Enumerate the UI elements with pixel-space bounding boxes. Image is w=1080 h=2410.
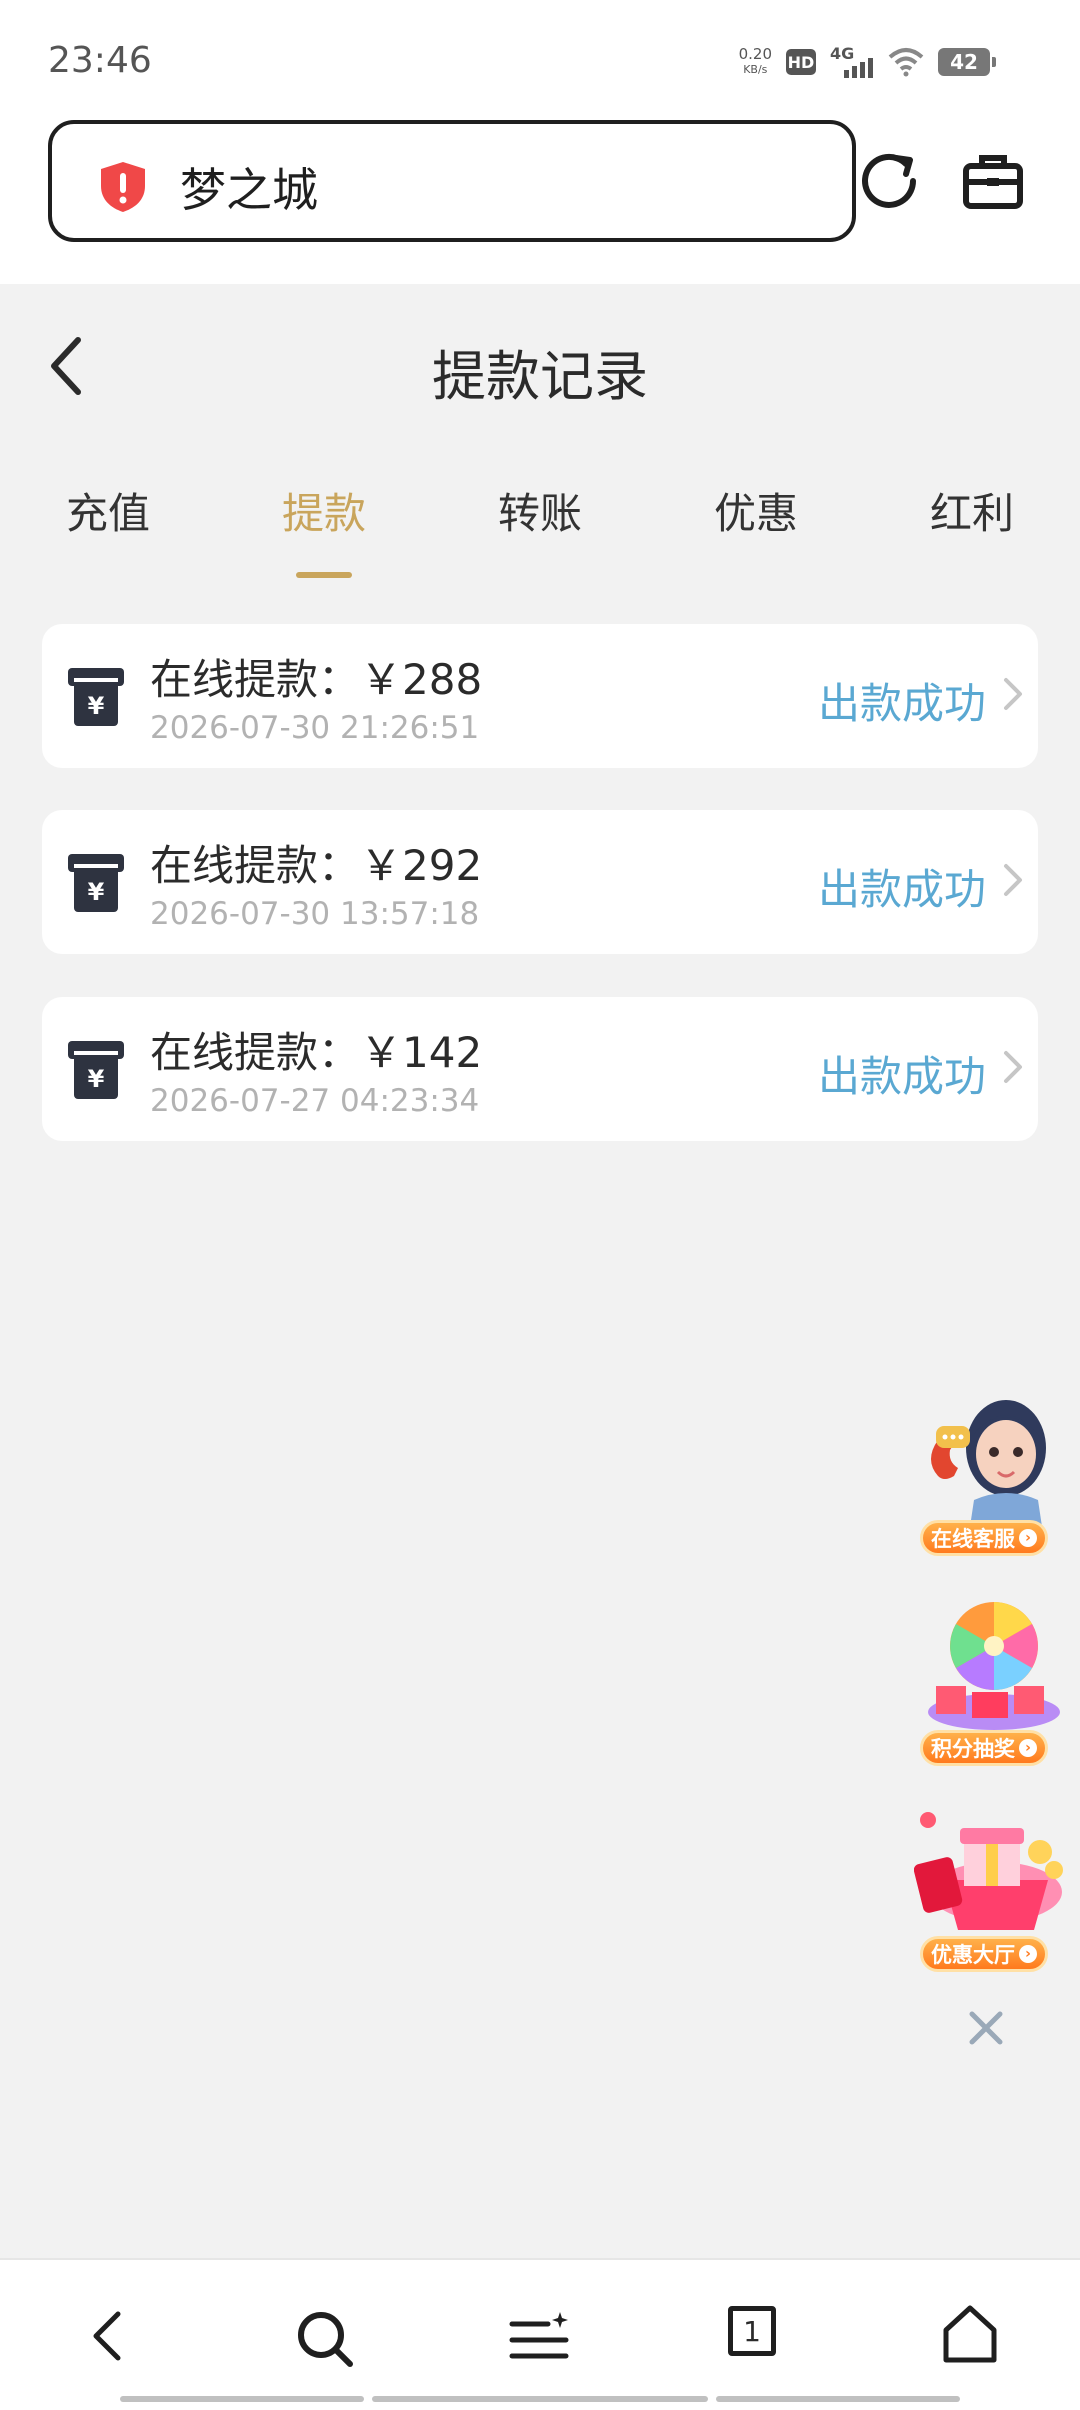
gift-box-icon	[914, 1812, 1063, 1930]
points-lottery-widget[interactable]: 积分抽奖 ›	[914, 1594, 1072, 1776]
chevron-right-icon	[1004, 1051, 1022, 1083]
page-header: 提款记录	[0, 284, 1080, 444]
chevron-right-icon	[1004, 678, 1022, 710]
toolbox-icon[interactable]	[962, 152, 1024, 210]
withdrawal-record[interactable]: ¥ 在线提款：￥292 2026-07-30 13:57:18 出款成功	[42, 810, 1038, 954]
record-title: 在线提款：￥288	[150, 655, 483, 704]
prize-wheel-icon	[928, 1602, 1060, 1730]
withdrawal-record[interactable]: ¥ 在线提款：￥288 2026-07-30 21:26:51 出款成功	[42, 624, 1038, 768]
status-time: 23:46	[48, 40, 152, 81]
withdraw-atm-icon: ¥	[68, 1041, 124, 1099]
record-timestamp: 2026-07-30 13:57:18	[150, 896, 480, 932]
reload-icon[interactable]	[856, 148, 922, 214]
tab-deposit[interactable]: 充值	[0, 480, 216, 541]
browser-toolbar: 梦之城	[0, 112, 1080, 284]
page-title: 提款记录	[432, 345, 648, 408]
address-bar[interactable]: 梦之城	[48, 120, 856, 242]
shield-alert-icon	[101, 162, 145, 212]
tab-withdraw[interactable]: 提款	[216, 480, 432, 541]
points-lottery-label: 积分抽奖 ›	[920, 1730, 1048, 1766]
record-timestamp: 2026-07-27 04:23:34	[150, 1083, 480, 1119]
chevron-right-icon	[1004, 864, 1022, 896]
search-icon[interactable]	[296, 2310, 354, 2368]
withdraw-atm-icon: ¥	[68, 668, 124, 726]
withdrawal-record[interactable]: ¥ 在线提款：￥142 2026-07-27 04:23:34 出款成功	[42, 997, 1038, 1141]
customer-service-widget[interactable]: 在线客服 ›	[914, 1390, 1072, 1566]
status-badge: 出款成功	[817, 1052, 986, 1101]
tab-transfer[interactable]: 转账	[432, 480, 648, 541]
address-bar-title: 梦之城	[180, 163, 318, 217]
battery-icon: 42	[938, 48, 996, 76]
wifi-icon	[888, 48, 924, 77]
svg-text:¥: ¥	[88, 1065, 105, 1093]
status-indicators: 0.20 KB/s HD 4G 42	[738, 42, 996, 82]
record-title: 在线提款：￥142	[150, 1028, 483, 1077]
home-icon[interactable]	[940, 2304, 1000, 2364]
back-icon[interactable]	[90, 2310, 126, 2362]
status-badge: 出款成功	[817, 679, 986, 728]
promotion-hall-widget[interactable]: 优惠大厅 ›	[914, 1800, 1072, 1984]
browser-bottom-nav: 1	[0, 2258, 1080, 2410]
gesture-bar	[716, 2396, 960, 2402]
hd-icon: HD	[786, 49, 816, 75]
status-bar: 23:46 0.20 KB/s HD 4G 42	[0, 0, 1080, 112]
record-title: 在线提款：￥292	[150, 841, 483, 890]
svg-text:¥: ¥	[88, 878, 105, 906]
customer-service-label: 在线客服 ›	[920, 1520, 1048, 1556]
active-tab-indicator	[296, 572, 352, 578]
gesture-bar	[372, 2396, 708, 2402]
record-type-tabs: 充值 提款 转账 优惠 红利	[0, 480, 1080, 580]
svg-text:¥: ¥	[88, 692, 105, 720]
tab-bonus[interactable]: 红利	[864, 480, 1080, 541]
gesture-bar	[120, 2396, 364, 2402]
tabs-icon[interactable]: 1	[728, 2306, 776, 2356]
menu-icon[interactable]	[508, 2310, 572, 2366]
record-timestamp: 2026-07-30 21:26:51	[150, 710, 480, 746]
signal-icon: 4G	[830, 44, 874, 80]
withdraw-atm-icon: ¥	[68, 854, 124, 912]
customer-service-agent-icon	[931, 1400, 1046, 1540]
network-speed: 0.20 KB/s	[738, 45, 772, 76]
status-badge: 出款成功	[817, 865, 986, 914]
promotion-hall-label: 优惠大厅 ›	[920, 1936, 1048, 1972]
close-icon[interactable]	[966, 2008, 1006, 2048]
tab-promotions[interactable]: 优惠	[648, 480, 864, 541]
